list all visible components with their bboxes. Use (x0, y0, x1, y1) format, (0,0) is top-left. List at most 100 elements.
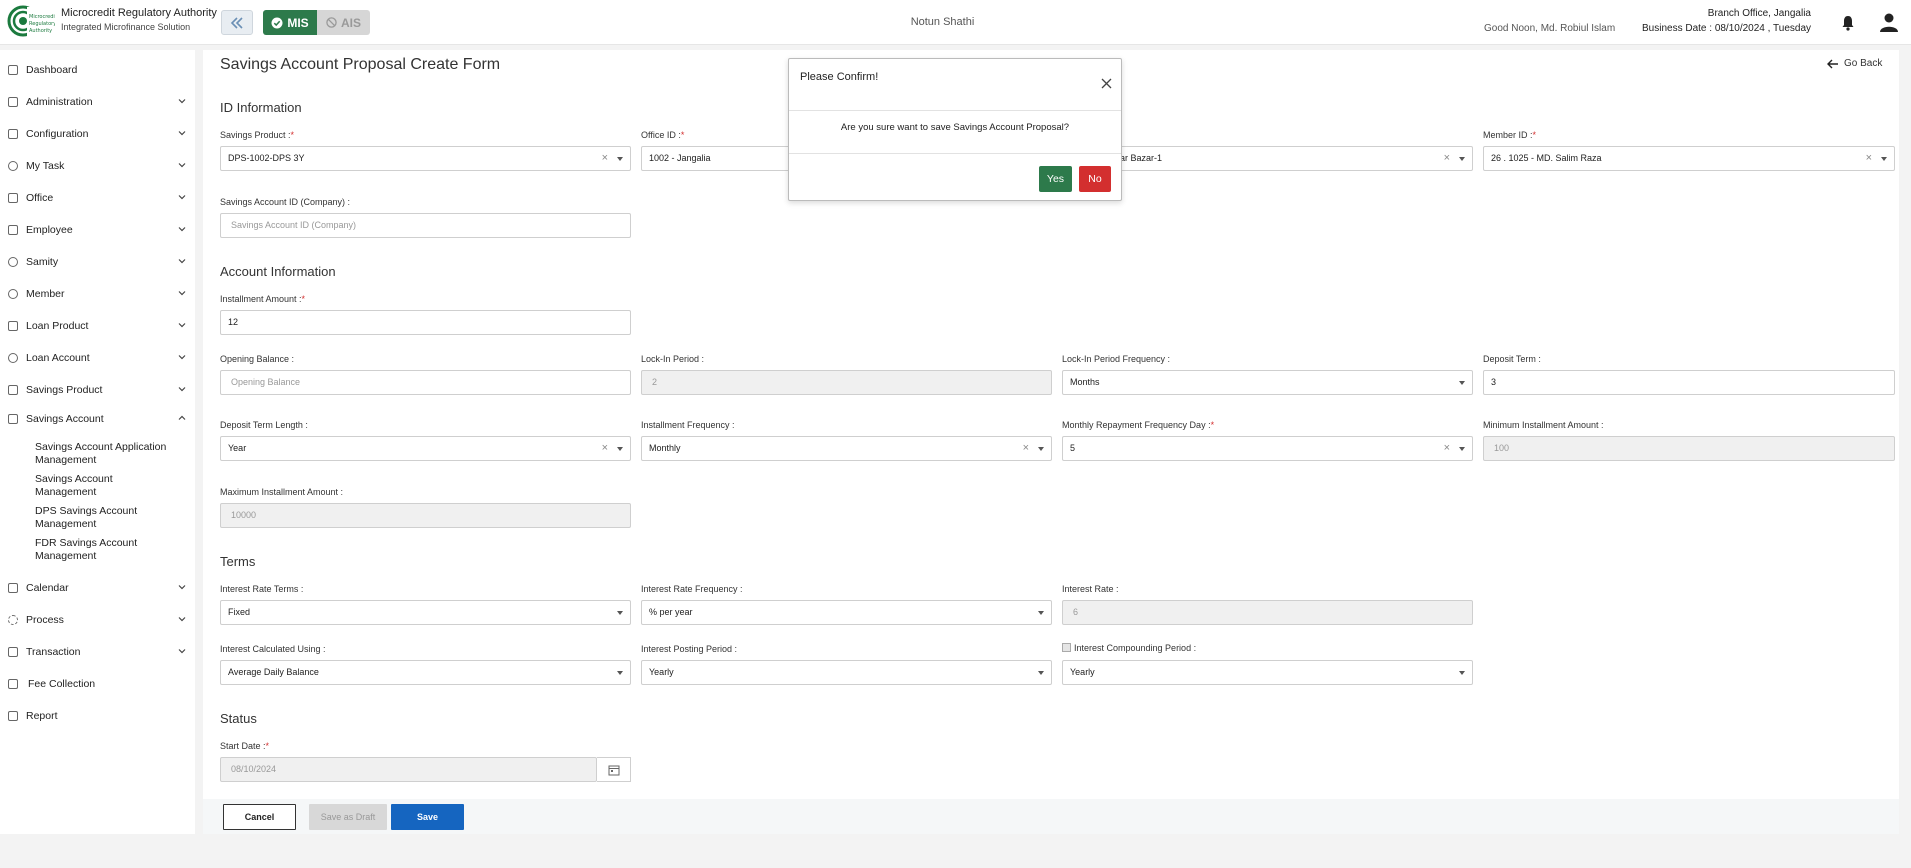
sidebar-item-label: Samity (26, 256, 59, 268)
dialog-title: Please Confirm! (800, 71, 879, 83)
user-icon[interactable] (1879, 12, 1899, 32)
start-date-label: Start Date :* (220, 741, 270, 751)
sliders-icon (8, 129, 18, 139)
double-chevron-left-icon (230, 16, 243, 29)
go-back-link[interactable]: Go Back (1827, 58, 1882, 69)
section-account-information: Account Information (220, 264, 336, 279)
save-button[interactable]: Save (391, 804, 464, 830)
dialog-message: Are you sure want to save Savings Accoun… (840, 122, 1070, 133)
interest-rate-terms-select[interactable]: Fixed (220, 600, 631, 625)
savings-account-id-input[interactable]: Savings Account ID (Company) (220, 213, 631, 238)
samity-select[interactable]: lar Bazar-1 × (1062, 146, 1473, 171)
sidebar-subitem-application-management[interactable]: Savings Account Application Management (35, 441, 175, 467)
sidebar-item-dashboard[interactable]: Dashboard (0, 60, 195, 80)
clear-icon[interactable]: × (1444, 147, 1450, 170)
deposit-term-label: Deposit Term : (1483, 354, 1541, 364)
chevron-down-icon (178, 387, 186, 392)
caret-down-icon (617, 157, 623, 161)
sidebar-item-samity[interactable]: Samity (0, 252, 195, 272)
top-header: Microcredit Regulatory Authority Microcr… (0, 0, 1911, 45)
lockin-frequency-value: Months (1070, 377, 1100, 387)
deposit-term-length-select[interactable]: Year × (220, 436, 631, 461)
chevron-down-icon (178, 323, 186, 328)
savings-product-label: Savings Product :* (220, 130, 295, 140)
calendar-icon (608, 765, 619, 775)
date-picker-button[interactable] (597, 757, 631, 782)
sidebar-item-office[interactable]: Office (0, 188, 195, 208)
savings-product-select[interactable]: DPS-1002-DPS 3Y × (220, 146, 631, 171)
clear-icon[interactable]: × (602, 147, 608, 170)
ais-toggle-button[interactable]: AIS (317, 10, 370, 35)
interest-calculated-select[interactable]: Average Daily Balance (220, 660, 631, 685)
installment-amount-input[interactable]: 12 (220, 310, 631, 335)
chevron-down-icon (178, 617, 186, 622)
go-back-label: Go Back (1844, 58, 1883, 69)
lockin-period-input: 2 (641, 370, 1052, 395)
brand-title: Microcredit Regulatory Authority (61, 7, 217, 19)
clear-icon[interactable]: × (1444, 437, 1450, 460)
sidebar-item-fee-collection[interactable]: Fee Collection (0, 674, 195, 694)
caret-down-icon (1038, 611, 1044, 615)
sidebar-item-my-task[interactable]: My Task (0, 156, 195, 176)
clear-icon[interactable]: × (1023, 437, 1029, 460)
caret-down-icon (1459, 381, 1465, 385)
sidebar-subitem-fdr-management[interactable]: FDR Savings Account Management (35, 537, 175, 563)
interest-posting-label: Interest Posting Period : (641, 644, 738, 654)
installment-frequency-select[interactable]: Monthly × (641, 436, 1052, 461)
clear-icon[interactable]: × (602, 437, 608, 460)
interest-rate-frequency-select[interactable]: % per year (641, 600, 1052, 625)
sidebar-item-label: Transaction (26, 646, 81, 658)
sidebar-item-savings-product[interactable]: Savings Product (0, 380, 195, 400)
caret-down-icon (1459, 447, 1465, 451)
interest-rate-input: 6 (1062, 600, 1473, 625)
interest-compounding-select[interactable]: Yearly (1062, 660, 1473, 685)
sidebar-subitem-dps-management[interactable]: DPS Savings Account Management (35, 505, 175, 531)
business-date: Business Date : 08/10/2024 , Tuesday (1642, 23, 1811, 34)
min-installment-label: Minimum Installment Amount : (1483, 420, 1604, 430)
sidebar-item-transaction[interactable]: Transaction (0, 642, 195, 662)
member-id-select[interactable]: 26 . 1025 - MD. Salim Raza × (1483, 146, 1895, 171)
confirm-no-button[interactable]: No (1079, 166, 1111, 192)
interest-compounding-label: Interest Compounding Period : (1062, 643, 1196, 653)
chevron-down-icon (178, 131, 186, 136)
mis-toggle-button[interactable]: MIS (263, 10, 317, 35)
monthly-repayment-day-select[interactable]: 5 × (1062, 436, 1473, 461)
sidebar-item-member[interactable]: Member (0, 284, 195, 304)
compounding-checkbox[interactable] (1062, 643, 1071, 652)
caret-down-icon (1881, 157, 1887, 161)
interest-calculated-value: Average Daily Balance (228, 667, 319, 677)
deposit-term-input[interactable]: 3 (1483, 370, 1895, 395)
clear-icon[interactable]: × (1866, 147, 1872, 170)
sidebar-item-report[interactable]: Report (0, 706, 195, 726)
sidebar-item-savings-account[interactable]: Savings Account (0, 409, 195, 429)
lockin-frequency-label: Lock-In Period Frequency : (1062, 354, 1171, 364)
sidebar-item-loan-account[interactable]: Loan Account (0, 348, 195, 368)
caret-down-icon (617, 671, 623, 675)
samity-value: lar Bazar-1 (1118, 153, 1163, 163)
sidebar-item-process[interactable]: Process (0, 610, 195, 630)
close-icon[interactable] (1101, 78, 1112, 89)
chevron-down-icon (178, 227, 186, 232)
sidebar-collapse-button[interactable] (221, 10, 253, 35)
caret-down-icon (1038, 447, 1044, 451)
opening-balance-input[interactable]: Opening Balance (220, 370, 631, 395)
app-name: Notun Shathi (910, 16, 975, 28)
monthly-repayment-day-value: 5 (1070, 443, 1076, 453)
sidebar-item-calendar[interactable]: Calendar (0, 578, 195, 598)
sidebar-item-employee[interactable]: Employee (0, 220, 195, 240)
sidebar-item-administration[interactable]: Administration (0, 92, 195, 112)
chevron-down-icon (178, 259, 186, 264)
chevron-down-icon (178, 195, 186, 200)
member-icon (8, 289, 18, 299)
interest-posting-select[interactable]: Yearly (641, 660, 1052, 685)
cancel-button[interactable]: Cancel (223, 804, 296, 830)
save-draft-button[interactable]: Save as Draft (309, 804, 387, 830)
caret-down-icon (1459, 157, 1465, 161)
sidebar-item-configuration[interactable]: Configuration (0, 124, 195, 144)
sidebar-item-loan-product[interactable]: Loan Product (0, 316, 195, 336)
confirm-yes-button[interactable]: Yes (1039, 166, 1072, 192)
loan-product-icon (8, 321, 18, 331)
sidebar-subitem-account-management[interactable]: Savings Account Management (35, 473, 175, 499)
lockin-frequency-select[interactable]: Months (1062, 370, 1473, 395)
bell-icon[interactable] (1841, 15, 1855, 31)
